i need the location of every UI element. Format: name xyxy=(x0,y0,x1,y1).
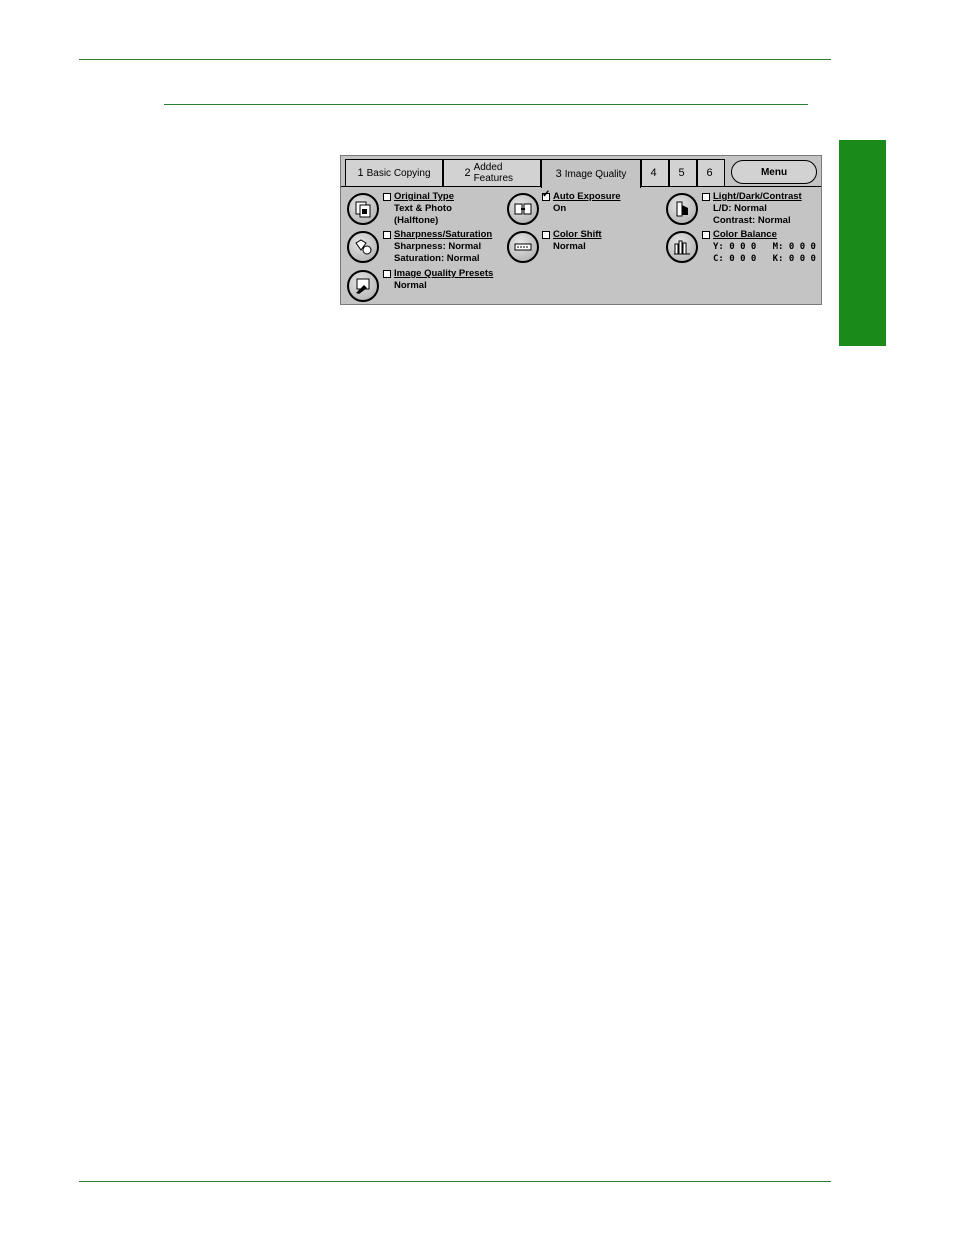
header-rule-section xyxy=(164,104,808,105)
color-balance-icon xyxy=(674,240,690,255)
image-quality-presets-button[interactable] xyxy=(347,270,379,302)
tab-basic-copying[interactable]: 1 Basic Copying xyxy=(345,159,443,186)
original-type-checkbox[interactable] xyxy=(383,193,391,201)
light-dark-contrast-feature[interactable]: Light/Dark/Contrast L/D: Normal Contrast… xyxy=(702,191,802,227)
auto-exposure-button[interactable] xyxy=(507,193,539,225)
auto-exposure-feature[interactable]: Auto Exposure On xyxy=(542,189,621,215)
sharpness-saturation-button[interactable] xyxy=(347,231,379,263)
color-shift-feature[interactable]: Color Shift Normal xyxy=(542,229,602,253)
sharpness-saturation-feature[interactable]: Sharpness/Saturation Sharpness: Normal S… xyxy=(383,229,492,265)
header-rule-top xyxy=(79,59,831,60)
light-dark-contrast-checkbox[interactable] xyxy=(702,193,710,201)
tab-4[interactable]: 4 xyxy=(641,159,669,186)
original-type-feature[interactable]: Original Type Text & Photo (Halftone) xyxy=(383,191,454,227)
tab-added-features[interactable]: 2 Added Features xyxy=(443,159,541,186)
tab-image-quality[interactable]: 3 Image Quality xyxy=(541,159,641,188)
auto-exposure-icon xyxy=(514,203,532,215)
original-type-icon xyxy=(355,201,371,218)
chapter-side-tab xyxy=(839,140,886,346)
tab-6[interactable]: 6 xyxy=(697,159,725,186)
light-dark-contrast-button[interactable] xyxy=(666,193,698,225)
color-shift-checkbox[interactable] xyxy=(542,231,550,239)
sharpness-saturation-icon xyxy=(355,239,372,255)
color-shift-button[interactable] xyxy=(507,231,539,263)
color-balance-button[interactable] xyxy=(666,231,698,263)
color-balance-feature[interactable]: Color Balance Y: 0 0 0 M: 0 0 0 C: 0 0 0… xyxy=(702,229,816,265)
copier-ui-panel: 1 Basic Copying 2 Added Features 3 Image Qu… xyxy=(340,155,822,305)
color-shift-icon xyxy=(514,243,532,251)
image-quality-presets-checkbox[interactable] xyxy=(383,270,391,278)
tab-row: 1 Basic Copying 2 Added Features 3 Image Qu… xyxy=(341,156,821,188)
sharpness-saturation-checkbox[interactable] xyxy=(383,231,391,239)
light-dark-contrast-icon xyxy=(676,201,688,217)
image-quality-presets-feature[interactable]: Image Quality Presets Normal xyxy=(383,268,493,292)
image-quality-presets-icon xyxy=(356,278,370,294)
color-balance-checkbox[interactable] xyxy=(702,231,710,239)
tab-5[interactable]: 5 xyxy=(669,159,697,186)
menu-button[interactable]: Menu xyxy=(731,160,817,184)
auto-exposure-checkbox[interactable] xyxy=(542,189,550,201)
original-type-button[interactable] xyxy=(347,193,379,225)
footer-rule xyxy=(79,1181,831,1182)
